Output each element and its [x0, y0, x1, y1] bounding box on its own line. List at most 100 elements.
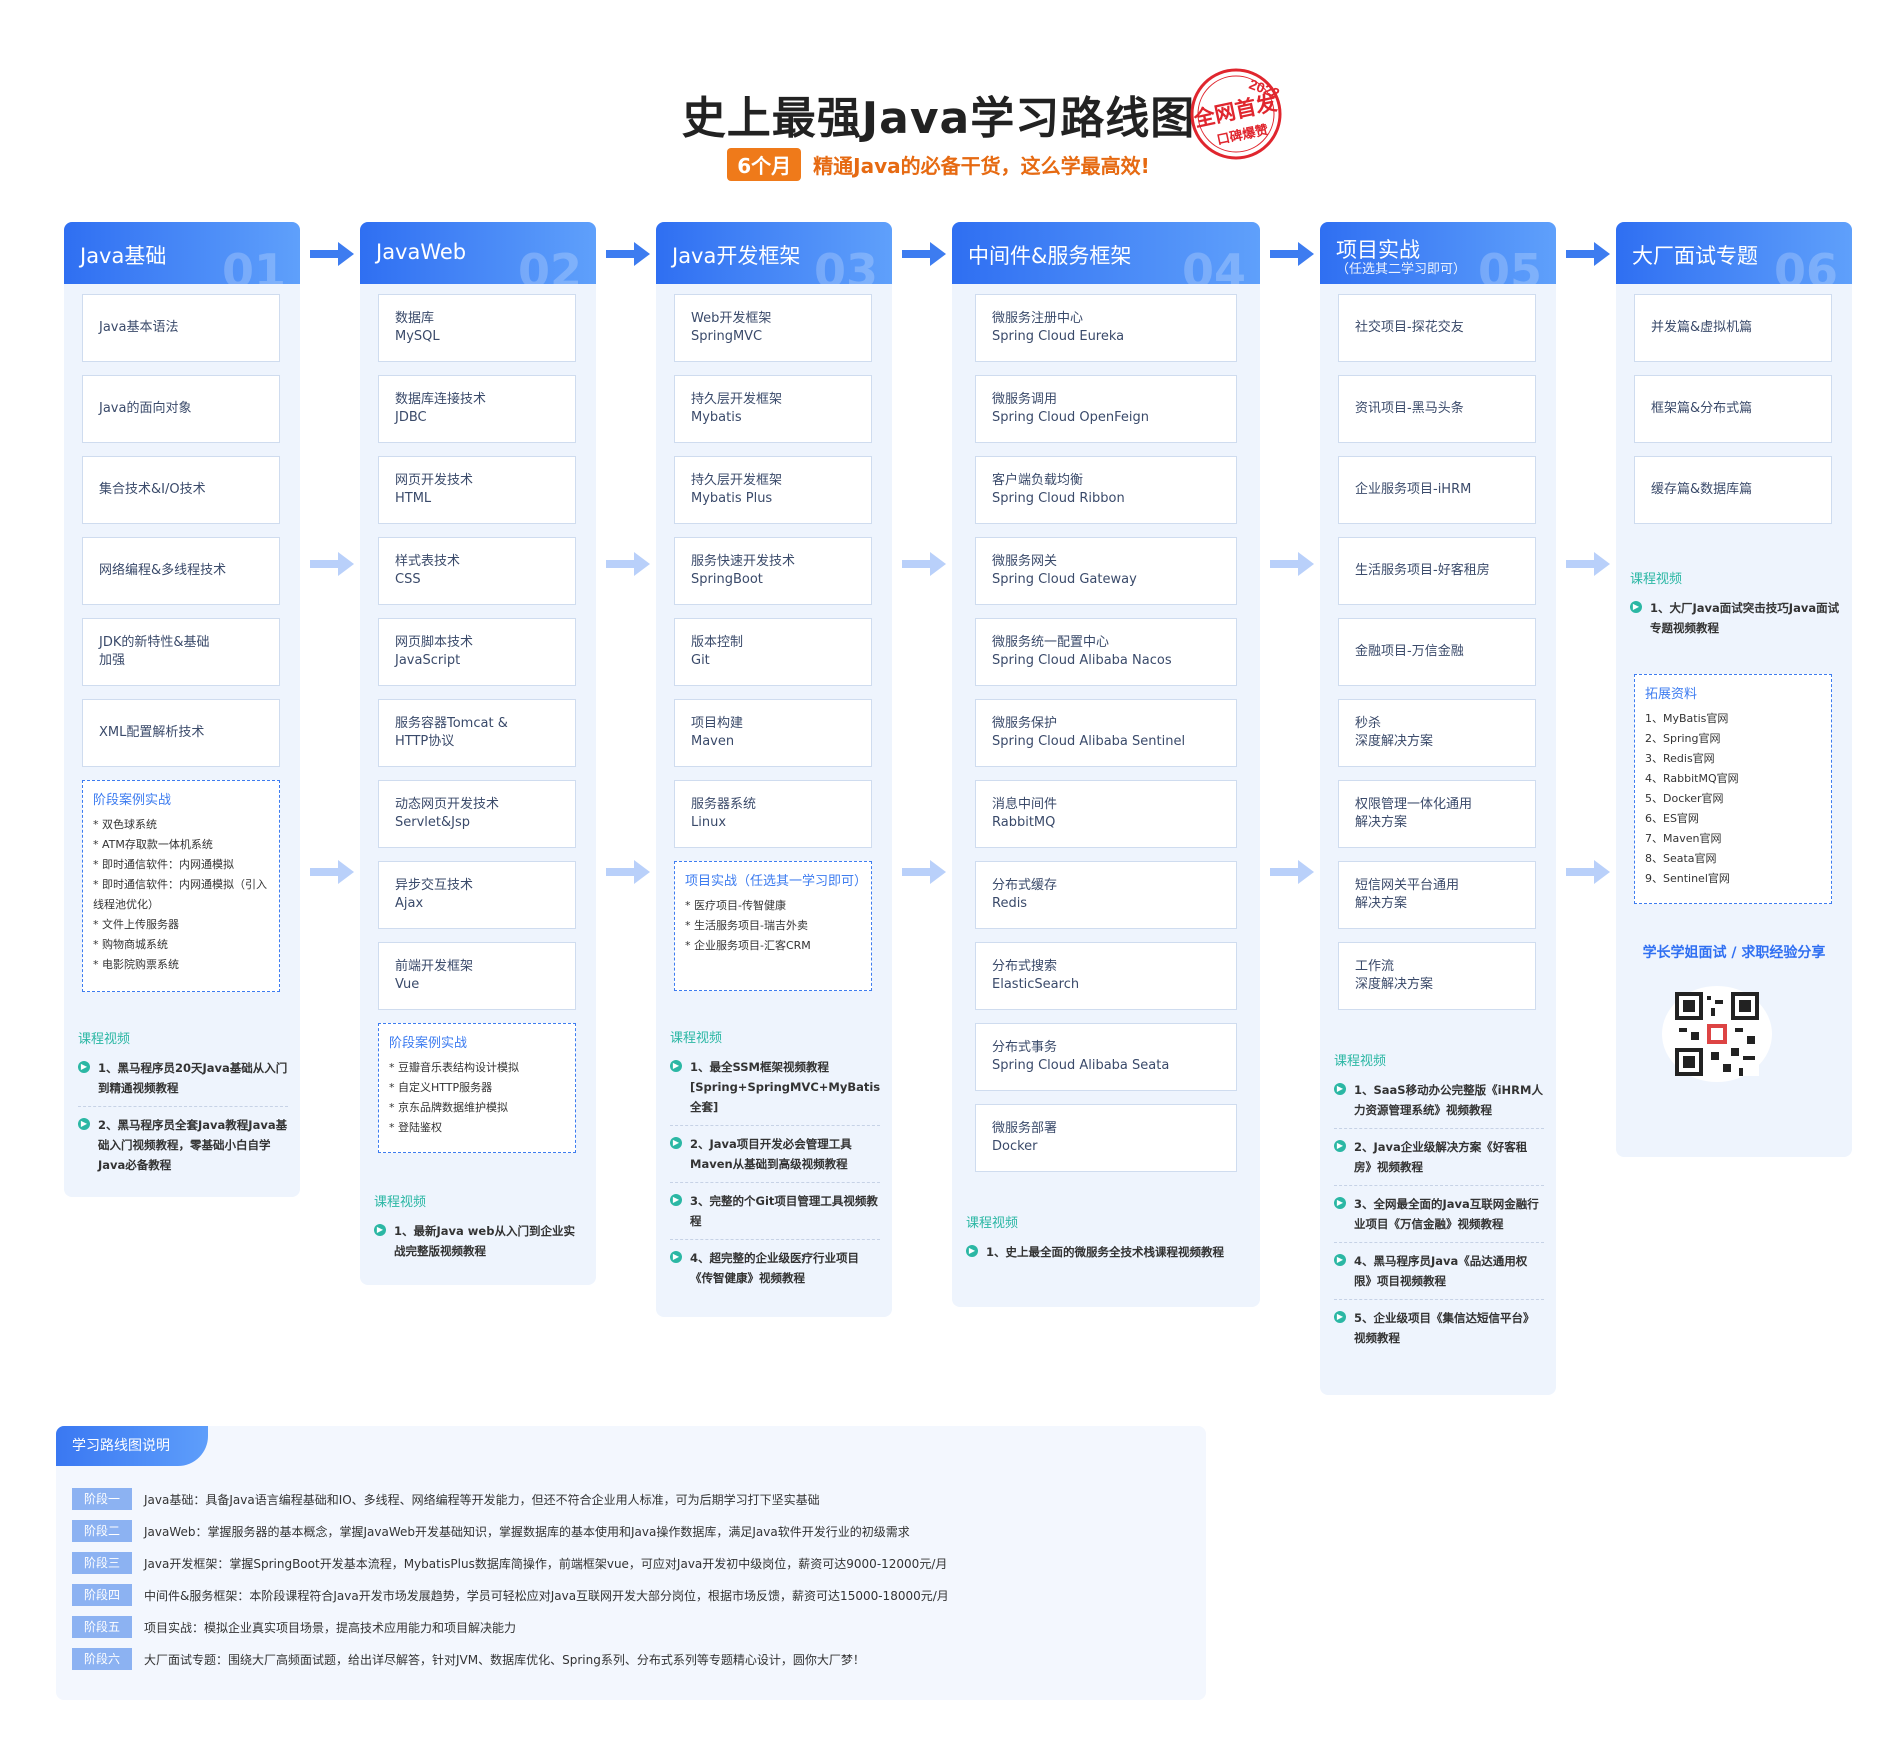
- video-section: 课程视频 ▶ 1、史上最全面的微服务全技术栈课程视频教程: [966, 1214, 1236, 1278]
- topic-card[interactable]: 异步交互技术 Ajax: [378, 861, 576, 929]
- video-link[interactable]: ▶ 1、史上最全面的微服务全技术栈课程视频教程: [966, 1242, 1236, 1270]
- arrow-right-icon: [310, 242, 354, 266]
- topic-card[interactable]: JDK的新特性&基础 加强: [82, 618, 280, 686]
- video-link[interactable]: ▶ 1、大厂Java面试突击技巧Java面试专题视频教程: [1630, 598, 1840, 646]
- case-item: 自定义HTTP服务器: [389, 1078, 565, 1098]
- topic-card[interactable]: 样式表技术 CSS: [378, 537, 576, 605]
- case-box: 阶段案例实战 豆瓣音乐表结构设计模拟 自定义HTTP服务器 京东品牌数据维护模拟…: [378, 1023, 576, 1153]
- resource-link[interactable]: 2、Spring官网: [1645, 729, 1821, 749]
- video-link[interactable]: ▶ 3、全网最全面的Java互联网金融行业项目《万信金融》视频教程: [1334, 1194, 1544, 1243]
- topic-card[interactable]: 服务快速开发技术 SpringBoot: [674, 537, 872, 605]
- stage-tag: 阶段一: [72, 1488, 132, 1510]
- topic-card[interactable]: 数据库连接技术 JDBC: [378, 375, 576, 443]
- video-link[interactable]: ▶ 4、超完整的企业级医疗行业项目《传智健康》视频教程: [670, 1248, 880, 1296]
- topic-card[interactable]: 微服务网关 Spring Cloud Gateway: [975, 537, 1237, 605]
- topic-card[interactable]: 微服务保护 Spring Cloud Alibaba Sentinel: [975, 699, 1237, 767]
- resource-link[interactable]: 3、Redis官网: [1645, 749, 1821, 769]
- play-icon: ▶: [1334, 1197, 1346, 1209]
- case-item: 购物商城系统: [93, 935, 269, 955]
- case-box: 项目实战（任选其一学习即可） 医疗项目-传智健康 生活服务项目-瑞吉外卖 企业服…: [674, 861, 872, 991]
- resource-link[interactable]: 4、RabbitMQ官网: [1645, 769, 1821, 789]
- topic-card[interactable]: Java基本语法: [82, 294, 280, 362]
- topic-card[interactable]: 网页脚本技术 JavaScript: [378, 618, 576, 686]
- video-link[interactable]: ▶ 1、SaaS移动办公完整版《iHRM人力资源管理系统》视频教程: [1334, 1080, 1544, 1129]
- topic-card[interactable]: 分布式事务 Spring Cloud Alibaba Seata: [975, 1023, 1237, 1091]
- topic-card[interactable]: 项目构建 Maven: [674, 699, 872, 767]
- page-subtitle: 6个月 精通Java的必备干货，这么学最高效!: [0, 148, 1877, 181]
- topic-card[interactable]: 客户端负载均衡 Spring Cloud Ribbon: [975, 456, 1237, 524]
- resource-link[interactable]: 9、Sentinel官网: [1645, 869, 1821, 889]
- video-link[interactable]: ▶ 1、黑马程序员20天Java基础从入门到精通视频教程: [78, 1058, 288, 1107]
- topic-card[interactable]: 微服务统一配置中心 Spring Cloud Alibaba Nacos: [975, 618, 1237, 686]
- legend-row: 阶段五 项目实战：模拟企业真实项目场景，提高技术应用能力和项目解决能力: [72, 1614, 516, 1640]
- column-title: 中间件&服务框架: [968, 244, 1132, 268]
- topic-card[interactable]: 服务容器Tomcat & HTTP协议: [378, 699, 576, 767]
- topic-card[interactable]: 社交项目-探花交友: [1338, 294, 1536, 362]
- topic-card[interactable]: 金融项目-万信金融: [1338, 618, 1536, 686]
- topic-card[interactable]: 并发篇&虚拟机篇: [1634, 294, 1832, 362]
- topic-card[interactable]: 动态网页开发技术 Servlet&Jsp: [378, 780, 576, 848]
- topic-card[interactable]: 数据库 MySQL: [378, 294, 576, 362]
- legend-row: 阶段四 中间件&服务框架：本阶段课程符合Java开发市场发展趋势，学员可轻松应对J…: [72, 1582, 949, 1608]
- topic-card[interactable]: 微服务注册中心 Spring Cloud Eureka: [975, 294, 1237, 362]
- topic-card[interactable]: XML配置解析技术: [82, 699, 280, 767]
- video-link[interactable]: ▶ 3、完整的个Git项目管理工具视频教程: [670, 1191, 880, 1240]
- video-link[interactable]: ▶ 2、Java企业级解决方案《好客租房》视频教程: [1334, 1137, 1544, 1186]
- video-link[interactable]: ▶ 1、最新Java web从入门到企业实战完整版视频教程: [374, 1221, 584, 1269]
- column-title: Java基础: [80, 244, 167, 268]
- topic-card[interactable]: 持久层开发框架 Mybatis: [674, 375, 872, 443]
- column-subtitle: （任选其二学习即可）: [1336, 262, 1467, 277]
- topic-card[interactable]: 缓存篇&数据库篇: [1634, 456, 1832, 524]
- topic-card[interactable]: 分布式搜索 ElasticSearch: [975, 942, 1237, 1010]
- legend-panel: 学习路线图说明 阶段一 Java基础：具备Java语言编程基础和IO、多线程、网络…: [56, 1426, 1206, 1700]
- stage-tag: 阶段三: [72, 1552, 132, 1574]
- video-link[interactable]: ▶ 4、黑马程序员Java《品达通用权限》项目视频教程: [1334, 1251, 1544, 1300]
- arrow-right-icon: [606, 242, 650, 266]
- play-icon: ▶: [670, 1060, 682, 1072]
- video-link[interactable]: ▶ 2、黑马程序员全套Java教程Java基础入门视频教程，零基础小白自学Java…: [78, 1115, 288, 1183]
- topic-card[interactable]: 权限管理一体化通用 解决方案: [1338, 780, 1536, 848]
- topic-card[interactable]: 短信网关平台通用 解决方案: [1338, 861, 1536, 929]
- topic-card[interactable]: 资讯项目-黑马头条: [1338, 375, 1536, 443]
- resource-link[interactable]: 5、Docker官网: [1645, 789, 1821, 809]
- resource-link[interactable]: 6、ES官网: [1645, 809, 1821, 829]
- column-title: 大厂面试专题: [1632, 244, 1758, 268]
- topic-card[interactable]: 版本控制 Git: [674, 618, 872, 686]
- topic-card[interactable]: 网络编程&多线程技术: [82, 537, 280, 605]
- resource-link[interactable]: 1、MyBatis官网: [1645, 709, 1821, 729]
- page-title: 史上最强Java学习路线图: [681, 93, 1196, 144]
- topic-card[interactable]: 分布式缓存 Redis: [975, 861, 1237, 929]
- topic-card[interactable]: 消息中间件 RabbitMQ: [975, 780, 1237, 848]
- video-link[interactable]: ▶ 1、最全SSM框架视频教程[Spring+SpringMVC+MyBatis全…: [670, 1057, 880, 1126]
- stage-tag: 阶段四: [72, 1584, 132, 1606]
- topic-card[interactable]: 工作流 深度解决方案: [1338, 942, 1536, 1010]
- topic-card[interactable]: 企业服务项目-iHRM: [1338, 456, 1536, 524]
- extra-resources: 拓展资料 1、MyBatis官网 2、Spring官网 3、Redis官网 4、…: [1634, 674, 1832, 904]
- topic-card[interactable]: 持久层开发框架 Mybatis Plus: [674, 456, 872, 524]
- play-icon: ▶: [966, 1245, 978, 1257]
- video-link[interactable]: ▶ 2、Java项目开发必会管理工具Maven从基础到高级视频教程: [670, 1134, 880, 1183]
- topic-card[interactable]: 集合技术&I/O技术: [82, 456, 280, 524]
- legend-row: 阶段二 JavaWeb：掌握服务器的基本概念，掌握JavaWeb开发基础知识，掌握…: [72, 1518, 910, 1544]
- topic-card[interactable]: 网页开发技术 HTML: [378, 456, 576, 524]
- video-link[interactable]: ▶ 5、企业级项目《集信达短信平台》视频教程: [1334, 1308, 1544, 1356]
- topic-card[interactable]: Java的面向对象: [82, 375, 280, 443]
- qr-code-container: [1662, 986, 1772, 1082]
- case-box: 阶段案例实战 双色球系统 ATM存取款一体机系统 即时通信软件：内网通模拟 即时…: [82, 780, 280, 992]
- topic-card[interactable]: 生活服务项目-好客租房: [1338, 537, 1536, 605]
- resource-link[interactable]: 7、Maven官网: [1645, 829, 1821, 849]
- topic-card[interactable]: 秒杀 深度解决方案: [1338, 699, 1536, 767]
- topic-card[interactable]: Web开发框架 SpringMVC: [674, 294, 872, 362]
- play-icon: ▶: [1334, 1311, 1346, 1323]
- resource-link[interactable]: 8、Seata官网: [1645, 849, 1821, 869]
- topic-card[interactable]: 微服务调用 Spring Cloud OpenFeign: [975, 375, 1237, 443]
- stage-column-5: 项目实战 （任选其二学习即可） 05 社交项目-探花交友 资讯项目-黑马头条 企…: [1320, 222, 1556, 1395]
- topic-card[interactable]: 框架篇&分布式篇: [1634, 375, 1832, 443]
- stage-column-3: Java开发框架 03 Web开发框架 SpringMVC 持久层开发框架 Myba…: [656, 222, 892, 1317]
- column-title: JavaWeb: [376, 240, 467, 264]
- column-number: 03: [813, 244, 878, 284]
- topic-card[interactable]: 前端开发框架 Vue: [378, 942, 576, 1010]
- video-section: 课程视频 ▶ 1、黑马程序员20天Java基础从入门到精通视频教程 ▶ 2、黑马程序…: [78, 1030, 288, 1191]
- topic-card[interactable]: 微服务部署 Docker: [975, 1104, 1237, 1172]
- topic-card[interactable]: 服务器系统 Linux: [674, 780, 872, 848]
